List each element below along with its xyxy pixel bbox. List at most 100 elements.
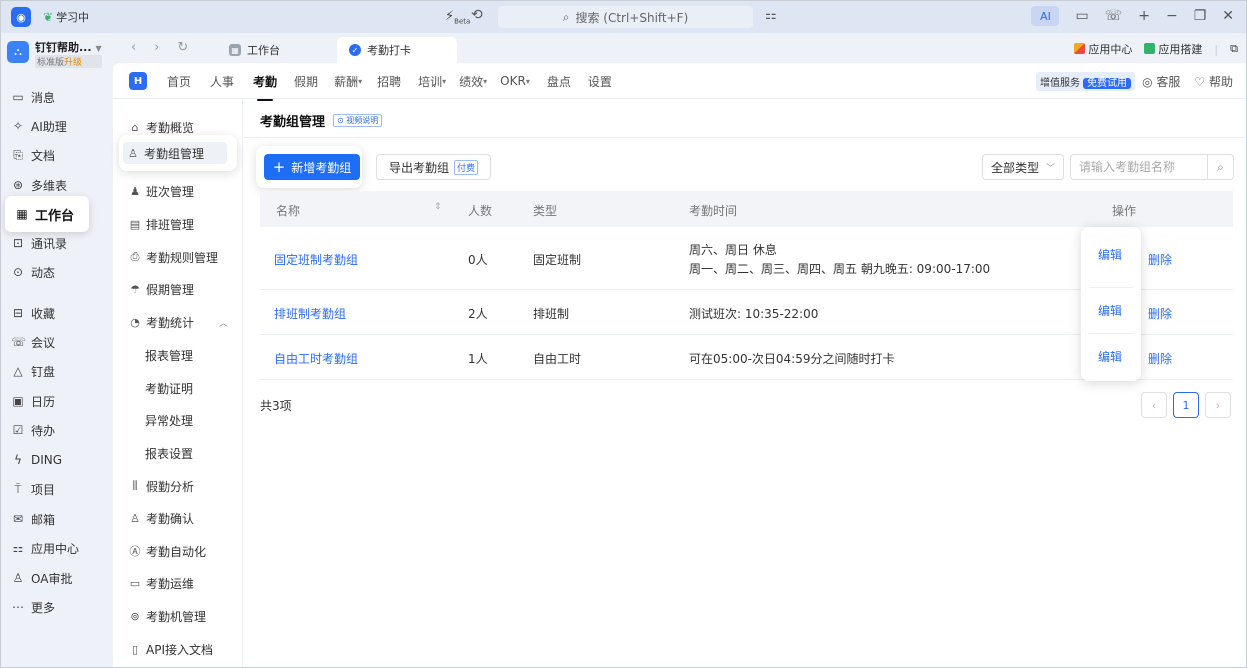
sidebar-item-ding[interactable]: ϟ DING — [11, 449, 62, 471]
sidebar-item-meeting[interactable]: ☏ 会议 — [11, 331, 55, 353]
menu-hr[interactable]: 人事 — [210, 73, 234, 90]
sidebar-item-todo[interactable]: ☑ 待办 — [11, 419, 55, 441]
dingtalk-logo-icon[interactable]: ◉ — [11, 7, 31, 27]
menu-okr[interactable]: OKR — [500, 74, 526, 88]
subnav-report-settings[interactable]: 报表设置 — [145, 442, 193, 464]
subnav-proof[interactable]: 考勤证明 — [145, 377, 193, 399]
hr-logo-icon[interactable]: H — [129, 72, 147, 90]
export-group-button[interactable]: 导出考勤组 付费 — [376, 154, 492, 180]
subnav-confirm[interactable]: ♙ 考勤确认 — [129, 507, 194, 529]
edit-button[interactable]: 编辑 — [1098, 246, 1122, 263]
app-center-link[interactable]: 应用中心 — [1074, 41, 1132, 57]
browser-nav: ‹ › ↻ — [131, 40, 188, 55]
subnav-group-mgmt[interactable]: ♙ 考勤组管理 — [119, 135, 237, 171]
screen-icon[interactable]: ▭ — [1075, 8, 1088, 24]
subnav-automation[interactable]: Ⓐ 考勤自动化 — [129, 540, 207, 562]
subnav-report-mgmt[interactable]: 报表管理 — [145, 344, 193, 366]
subnav-api[interactable]: ▯ API接入文档 — [129, 638, 213, 660]
delete-button[interactable]: 删除 — [1148, 251, 1172, 268]
org-avatar: ⛬ — [7, 41, 29, 63]
sidebar-item-more[interactable]: ⋯ 更多 — [11, 596, 55, 618]
search-icon[interactable]: ⌕ — [1207, 155, 1233, 179]
study-status[interactable]: ❦ 学习中 — [43, 9, 89, 25]
chevron-up-icon[interactable]: ︿ — [219, 316, 228, 329]
sidebar-item-messages[interactable]: ▭ 消息 — [11, 86, 55, 108]
sidebar-item-approval[interactable]: ♙ OA审批 — [11, 567, 73, 589]
subnav-shift-mgmt[interactable]: ♟ 班次管理 — [129, 180, 194, 202]
edit-button[interactable]: 编辑 — [1098, 302, 1122, 319]
menu-recruit[interactable]: 招聘 — [377, 73, 401, 90]
ai-beta-icon[interactable]: ⚡Beta — [445, 9, 470, 26]
upgrade-link[interactable]: 升级 — [64, 58, 82, 68]
sidebar-item-calendar[interactable]: ▣ 日历 — [11, 390, 55, 412]
scan-icon[interactable]: ⚏ — [765, 8, 777, 23]
prev-page-button[interactable]: ‹ — [1141, 392, 1167, 418]
app-center-icon — [1074, 43, 1086, 54]
group-search-input[interactable] — [1071, 155, 1207, 179]
delete-button[interactable]: 删除 — [1148, 350, 1172, 367]
edit-button[interactable]: 编辑 — [1098, 348, 1122, 365]
subnav-rule-mgmt[interactable]: ⎙ 考勤规则管理 — [129, 246, 218, 268]
sidebar-item-favorites[interactable]: ⊟ 收藏 — [11, 302, 55, 324]
phone-icon[interactable]: ☏ — [1105, 8, 1123, 24]
sidebar-item-app-center[interactable]: ⚏ 应用中心 — [11, 537, 79, 559]
subnav-machine[interactable]: ⊚ 考勤机管理 — [129, 605, 206, 627]
type-select[interactable]: 全部类型 ﹀ — [982, 154, 1064, 180]
group-name-link[interactable]: 固定班制考勤组 — [274, 251, 358, 268]
help-link[interactable]: ♡ 帮助 — [1194, 73, 1233, 90]
history-icon[interactable]: ⟲ — [471, 7, 483, 23]
tab-attendance[interactable]: ✓ 考勤打卡 — [337, 37, 457, 63]
global-search[interactable]: ⌕ 搜索 (Ctrl+Shift+F) — [498, 6, 753, 28]
menu-leave[interactable]: 假期 — [294, 73, 318, 90]
tab-workbench[interactable]: ▦ 工作台 — [217, 37, 292, 63]
menu-attendance[interactable]: 考勤 — [253, 73, 277, 101]
org-switcher[interactable]: ⛬ 钉钉帮助... ▼ 标准版升级 — [7, 41, 102, 68]
sidebar-item-drive[interactable]: △ 钉盘 — [11, 360, 55, 382]
sidebar-item-workbench[interactable]: ▦ 工作台 — [5, 196, 89, 232]
value-added-service[interactable]: 增值服务 免费试用 — [1036, 72, 1135, 91]
sidebar-item-mail[interactable]: ✉ 邮箱 — [11, 508, 55, 530]
menu-inventory[interactable]: 盘点 — [547, 73, 571, 90]
subnav-ops[interactable]: ▭ 考勤运维 — [129, 572, 194, 594]
help-links: ◎ 客服 ♡ 帮助 — [1142, 73, 1233, 90]
group-name-link[interactable]: 排班制考勤组 — [274, 305, 346, 322]
menu-training[interactable]: 培训 — [418, 73, 442, 90]
app-builder-link[interactable]: 应用搭建 — [1144, 41, 1202, 57]
menu-performance[interactable]: 绩效 — [459, 73, 483, 90]
plus-icon[interactable]: + — [1138, 8, 1150, 24]
menu-settings[interactable]: 设置 — [588, 73, 612, 90]
sidebar-item-project[interactable]: ⍑ 项目 — [11, 478, 55, 500]
group-name-link[interactable]: 自由工时考勤组 — [274, 350, 358, 367]
page-number[interactable]: 1 — [1173, 392, 1199, 418]
customer-service-link[interactable]: ◎ 客服 — [1142, 73, 1180, 90]
restore-icon[interactable]: ❐ — [1194, 8, 1207, 24]
minimize-icon[interactable]: − — [1166, 8, 1178, 24]
sidebar-item-docs[interactable]: ⎘ 文档 — [11, 144, 55, 166]
sort-icon[interactable]: ⇕ — [434, 202, 442, 212]
user-check-icon: ♙ — [130, 511, 140, 525]
sidebar-item-multitable[interactable]: ⊛ 多维表 — [11, 174, 67, 196]
open-external-icon[interactable]: ⧉ — [1230, 42, 1238, 56]
back-icon[interactable]: ‹ — [131, 40, 136, 55]
subnav-schedule-mgmt[interactable]: ▤ 排班管理 — [129, 213, 194, 235]
menu-home[interactable]: 首页 — [167, 73, 191, 90]
forward-icon[interactable]: › — [154, 40, 159, 55]
main-content: H 首页 人事 考勤 假期 薪酬 ▾ 招聘 培训 ▾ 绩效 ▾ OKR ▾ 盘点 设置 … — [113, 63, 1246, 667]
schedule-icon: ▤ — [129, 217, 141, 231]
subnav-leave-analysis[interactable]: ⫼ 假勤分析 — [129, 475, 194, 497]
menu-salary[interactable]: 薪酬 — [334, 73, 358, 90]
delete-button[interactable]: 删除 — [1148, 305, 1172, 322]
refresh-icon[interactable]: ↻ — [177, 40, 188, 55]
subnav-leave-mgmt[interactable]: ☂ 假期管理 — [129, 278, 194, 300]
subnav-exception[interactable]: 异常处理 — [145, 409, 193, 431]
subnav-stats[interactable]: ◔ 考勤统计 — [129, 311, 194, 333]
next-page-button[interactable]: › — [1205, 392, 1231, 418]
video-help-badge[interactable]: ⊙ 视频说明 — [333, 114, 383, 127]
sidebar-item-activity[interactable]: ⊙ 动态 — [11, 261, 55, 283]
sidebar-item-ai[interactable]: ✧ AI助理 — [11, 115, 67, 137]
close-icon[interactable]: ✕ — [1222, 8, 1234, 24]
sidebar-item-contacts[interactable]: ⊡ 通讯录 — [11, 232, 67, 254]
ai-pill-icon[interactable]: AI — [1031, 6, 1060, 26]
group-time: 测试班次: 10:35-22:00 — [689, 307, 819, 321]
add-group-button[interactable]: + 新增考勤组 — [264, 154, 360, 180]
